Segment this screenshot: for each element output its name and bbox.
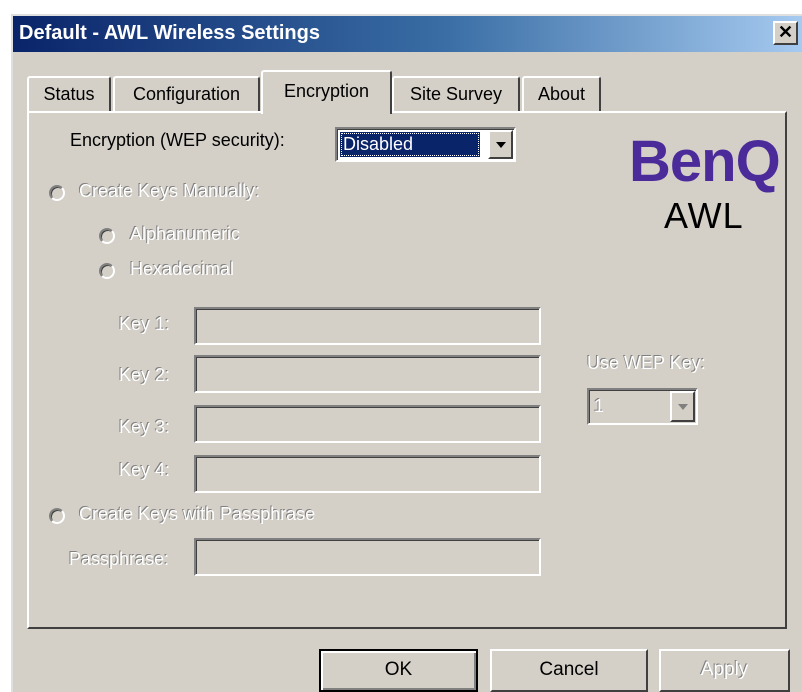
key-2-label: Key 2: xyxy=(119,365,171,385)
tab-label: Status xyxy=(43,84,95,104)
hexadecimal-radio[interactable] xyxy=(99,263,115,279)
key-2-input[interactable] xyxy=(194,355,541,393)
alphanumeric-radio[interactable] xyxy=(99,228,115,244)
encryption-select-value: Disabled xyxy=(340,132,480,157)
settings-window: Default - AWL Wireless Settings ✕ Status… xyxy=(11,14,802,692)
encryption-panel: Encryption (WEP security): Disabled BenQ… xyxy=(27,111,787,629)
create-keys-passphrase-radio[interactable] xyxy=(49,508,65,524)
use-wep-key-value: 1 xyxy=(594,396,605,416)
use-wep-key-select[interactable]: 1 xyxy=(587,388,698,425)
benq-logo: BenQ xyxy=(629,129,781,194)
close-button[interactable]: ✕ xyxy=(773,21,798,45)
apply-button-label: Apply xyxy=(700,659,749,680)
encryption-select[interactable]: Disabled xyxy=(335,127,516,162)
apply-button[interactable]: Apply xyxy=(659,649,790,692)
key-3-label: Key 3: xyxy=(119,417,171,437)
key-1-label: Key 1: xyxy=(119,314,171,334)
passphrase-input[interactable] xyxy=(194,538,541,576)
chevron-down-icon xyxy=(677,403,688,410)
create-keys-manually-label: Create Keys Manually: xyxy=(79,181,261,201)
encryption-label: Encryption (WEP security): xyxy=(70,130,285,150)
encryption-dropdown-button[interactable] xyxy=(488,130,513,159)
tab-label: Site Survey xyxy=(409,84,503,104)
key-1-input[interactable] xyxy=(194,307,541,345)
tab-label: About xyxy=(537,84,586,104)
window-title: Default - AWL Wireless Settings xyxy=(19,22,320,44)
tab-about[interactable]: About xyxy=(522,76,601,111)
title-bar[interactable]: Default - AWL Wireless Settings ✕ xyxy=(13,16,802,52)
ok-button-label: OK xyxy=(384,659,413,680)
product-name: AWL xyxy=(664,195,744,236)
create-keys-manually-radio[interactable] xyxy=(49,185,65,201)
cancel-button[interactable]: Cancel xyxy=(490,649,648,692)
close-icon: ✕ xyxy=(777,22,794,42)
hexadecimal-label: Hexadecimal xyxy=(130,259,235,279)
use-wep-key-dropdown-button[interactable] xyxy=(670,391,695,422)
key-4-label: Key 4: xyxy=(119,460,171,480)
key-4-input[interactable] xyxy=(194,455,541,493)
cancel-button-label: Cancel xyxy=(539,659,599,680)
tab-label: Encryption xyxy=(283,81,370,101)
tab-encryption[interactable]: Encryption xyxy=(261,70,392,114)
create-keys-passphrase-label: Create Keys with Passphrase xyxy=(79,504,316,524)
chevron-down-icon xyxy=(495,141,506,148)
ok-button[interactable]: OK xyxy=(319,649,478,692)
tab-label: Configuration xyxy=(132,84,241,104)
passphrase-label: Passphrase: xyxy=(69,549,170,569)
tab-site-survey[interactable]: Site Survey xyxy=(392,76,520,111)
key-3-input[interactable] xyxy=(194,405,541,443)
tab-status[interactable]: Status xyxy=(27,76,111,111)
alphanumeric-label: Alphanumeric xyxy=(130,224,241,244)
tab-configuration[interactable]: Configuration xyxy=(113,76,260,111)
use-wep-key-label: Use WEP Key: xyxy=(587,353,706,373)
